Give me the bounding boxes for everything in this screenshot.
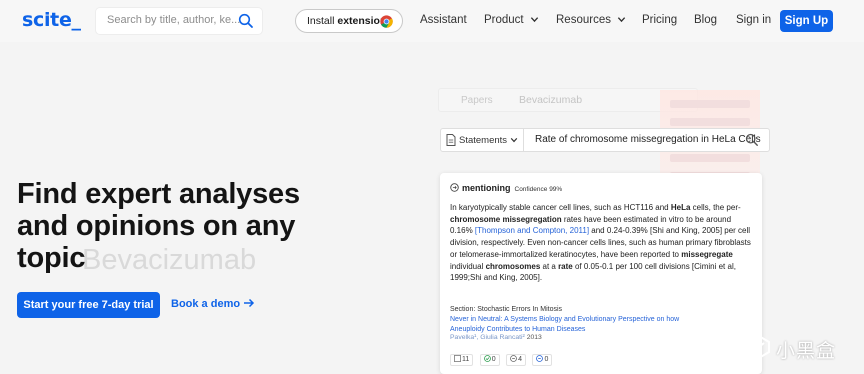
nav-product-label: Product [484, 14, 524, 26]
paper-year: 2013 [526, 334, 542, 341]
arrow-right-icon [244, 298, 255, 308]
section-label: Section: Stochastic Errors In Mitosis [450, 306, 563, 313]
authors-label[interactable]: Pavelka¹, Giulia Rancati² [450, 334, 525, 341]
citation-excerpt: In karyotypically stable cancer cell lin… [450, 203, 751, 283]
start-trial-button[interactable]: Start your free 7-day trial [17, 292, 160, 318]
scite-logo[interactable]: scite_ [22, 9, 81, 31]
install-extension-button[interactable]: Install extension! [295, 9, 403, 33]
top-nav: scite_ Search by title, author, ke... In… [0, 0, 864, 42]
citation-type-label: mentioning [462, 183, 511, 193]
nav-resources-label: Resources [556, 14, 611, 26]
statements-select-label: Statements [459, 135, 508, 146]
background-select-label: Papers [461, 95, 493, 106]
contrasting-badge[interactable]: 4 [506, 354, 526, 366]
search-input[interactable]: Search by title, author, ke... [96, 8, 262, 34]
nav-blog[interactable]: Blog [694, 14, 717, 26]
document-icon [446, 134, 456, 146]
install-label: Install [307, 15, 338, 27]
signup-button[interactable]: Sign Up [780, 10, 833, 32]
chrome-icon [380, 15, 393, 28]
confidence-label: Confidence 99% [514, 186, 563, 193]
chevron-down-icon [530, 17, 538, 23]
contrasting-icon [510, 355, 517, 362]
book-demo-label: Book a demo [171, 298, 241, 310]
statements-query[interactable]: Rate of chromosome missegregation in HeL… [535, 134, 761, 145]
citation-badges: 11 0 4 0 [450, 354, 554, 366]
nav-assistant[interactable]: Assistant [420, 14, 467, 26]
background-query: Bevacizumab [519, 94, 583, 106]
paper-title-link[interactable]: Never in Neutral: A Systems Biology and … [450, 315, 700, 334]
total-citations-badge[interactable]: 11 [450, 354, 474, 366]
hero-title: Find expert analyses and opinions on any… [17, 178, 300, 274]
search-placeholder: Search by title, author, ke... [107, 14, 241, 26]
nav-product[interactable]: Product [484, 14, 539, 26]
xiaoheihe-logo-icon [748, 334, 770, 360]
citation-statement-card[interactable]: mentioning Confidence 99% In karyotypical… [440, 173, 762, 374]
search-icon[interactable] [745, 133, 759, 147]
watermark-text: 小黑盒 [776, 341, 837, 362]
mentioning-icon [536, 355, 544, 362]
supporting-badge[interactable]: 0 [479, 354, 500, 366]
mentioning-icon [450, 183, 459, 192]
reference-link[interactable]: [Thompson and Compton, 2011] [475, 226, 589, 235]
chevron-down-icon [617, 17, 626, 23]
chevron-down-icon [510, 137, 518, 143]
xiaoheihe-watermark: 小黑盒 [746, 331, 856, 365]
background-search-bar: Papers Bevacizumab [438, 88, 698, 112]
mentioning-badge[interactable]: 0 [532, 354, 553, 366]
nav-resources[interactable]: Resources [556, 14, 626, 26]
statements-search-bar[interactable]: Statements Rate of chromosome missegrega… [440, 128, 770, 152]
nav-signin[interactable]: Sign in [736, 14, 771, 26]
book-demo-link[interactable]: Book a demo [171, 298, 255, 310]
quote-icon [454, 355, 461, 362]
check-icon [483, 355, 491, 362]
statements-select[interactable]: Statements [441, 129, 524, 151]
search-icon[interactable] [238, 13, 254, 29]
citation-type: mentioning Confidence 99% [450, 183, 562, 193]
paper-authors: Pavelka¹, Giulia Rancati² 2013 [450, 334, 542, 341]
nav-pricing[interactable]: Pricing [642, 14, 677, 26]
